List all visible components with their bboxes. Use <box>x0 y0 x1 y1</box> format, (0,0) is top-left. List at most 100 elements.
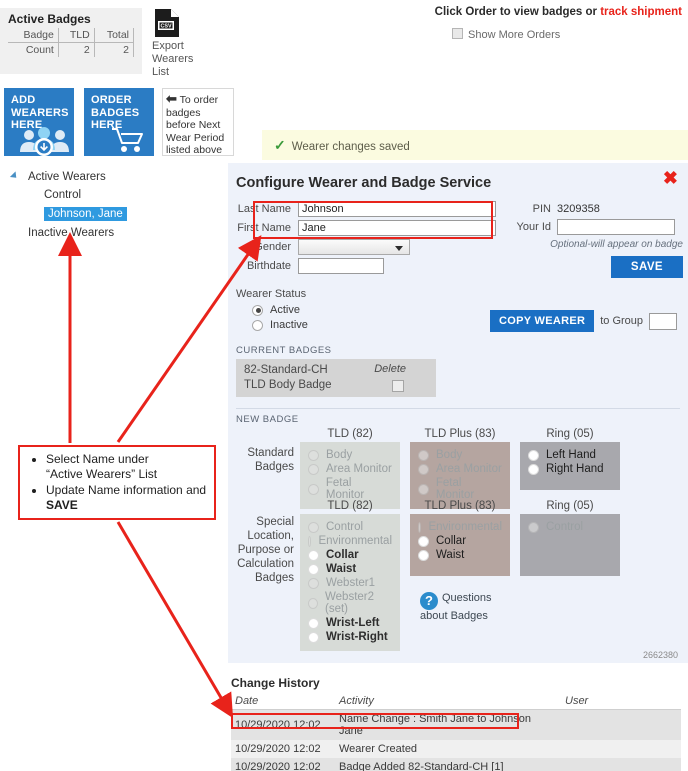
your-id-field[interactable] <box>557 219 675 235</box>
cell-user <box>561 709 681 740</box>
radio-icon[interactable] <box>308 535 312 547</box>
table-row[interactable]: 10/29/2020 12:02 Wearer Created <box>231 740 681 758</box>
option-special-tld-webster2[interactable]: Webster2 (set) <box>308 591 392 615</box>
selected-wearer-label[interactable]: Johnson, Jane <box>44 207 127 221</box>
to-group-field[interactable] <box>649 312 678 330</box>
option-label: Area Monitor <box>326 463 392 475</box>
left-arrow-icon: ⬅ <box>166 91 177 106</box>
option-standard-ring-left-hand[interactable]: Left Hand <box>528 449 612 461</box>
standard-ring-panel: Left Hand Right Hand <box>520 442 620 490</box>
radio-icon[interactable] <box>308 617 319 629</box>
radio-icon[interactable] <box>308 483 319 495</box>
gender-label: Gender <box>254 241 291 253</box>
radio-icon[interactable] <box>418 463 429 475</box>
birthdate-label: Birthdate <box>246 260 291 272</box>
export-wearers-list-button[interactable]: CSV Export Wearers List <box>150 6 206 79</box>
radio-icon[interactable] <box>418 535 429 547</box>
cell-activity: Name Change : Smith Jane to Johnson Jane <box>335 709 561 740</box>
table-row[interactable]: 10/29/2020 12:02 Name Change : Smith Jan… <box>231 709 681 740</box>
add-wearers-here-button[interactable]: ADD WEARERS HERE <box>4 88 74 156</box>
option-special-plus-collar[interactable]: Collar <box>418 535 502 547</box>
wearer-status-active[interactable]: Active <box>252 304 308 316</box>
wearer-status-inactive[interactable]: Inactive <box>252 319 308 331</box>
sidebar-item-control[interactable]: Control <box>6 186 146 204</box>
option-label: Waist <box>326 563 357 575</box>
standard-tld-group: TLD (82) Body Area Monitor Fetal Monitor <box>300 428 400 509</box>
track-shipment-link[interactable]: track shipment <box>600 6 682 18</box>
radio-icon[interactable] <box>308 449 319 461</box>
option-label: Collar <box>436 535 467 547</box>
radio-icon[interactable] <box>528 463 539 475</box>
radio-icon[interactable] <box>418 449 429 461</box>
option-label: Control <box>546 521 584 533</box>
cell-tld-count: 2 <box>58 42 95 57</box>
gender-row: Gender <box>236 238 496 256</box>
question-mark-icon[interactable]: ? <box>420 592 438 610</box>
radio-icon[interactable] <box>418 483 429 495</box>
option-special-ring-control[interactable]: Control <box>528 521 612 533</box>
first-name-field[interactable]: Jane <box>298 220 496 236</box>
questions-line-2-wrap: about Badges <box>420 610 488 623</box>
save-button[interactable]: SAVE <box>610 256 683 278</box>
questions-about-badges-link[interactable]: ? Questions about Badges <box>420 592 530 623</box>
column-header-tld-plus: TLD Plus (83) <box>424 500 496 512</box>
delete-checkbox[interactable] <box>392 380 404 392</box>
option-standard-tld-area-monitor[interactable]: Area Monitor <box>308 463 392 475</box>
option-special-tld-wrist-right[interactable]: Wrist-Right <box>308 631 392 643</box>
option-standard-plus-fetal-monitor[interactable]: Fetal Monitor <box>418 477 502 501</box>
birthdate-row: Birthdate <box>236 257 496 275</box>
option-special-tld-collar[interactable]: Collar <box>308 549 392 561</box>
pin-value: 3209358 <box>557 203 600 215</box>
radio-icon[interactable] <box>308 577 319 589</box>
sidebar-item-inactive-wearers[interactable]: Inactive Wearers <box>6 224 146 242</box>
special-badges-row-label: Special Location, Purpose or Calculation… <box>232 515 294 585</box>
radio-icon[interactable] <box>308 463 319 475</box>
option-standard-plus-area-monitor[interactable]: Area Monitor <box>418 463 502 475</box>
show-more-orders-checkbox[interactable]: Show More Orders <box>452 28 560 41</box>
special-label-5: Badges <box>254 572 294 584</box>
option-special-tld-control[interactable]: Control <box>308 521 392 533</box>
birthdate-field[interactable] <box>298 258 384 274</box>
status-banner-text: Wearer changes saved <box>291 141 410 153</box>
radio-icon[interactable] <box>418 549 429 561</box>
special-label-1: Special <box>256 516 294 528</box>
radio-icon[interactable] <box>308 521 319 533</box>
current-badges-title: CURRENT BADGES <box>236 345 332 356</box>
option-standard-plus-body[interactable]: Body <box>418 449 502 461</box>
radio-icon[interactable] <box>308 597 319 609</box>
option-special-tld-webster1[interactable]: Webster1 <box>308 577 392 589</box>
column-header-tld: TLD (82) <box>327 428 373 440</box>
sidebar-item-johnson-jane[interactable]: Johnson, Jane <box>6 204 146 224</box>
option-standard-tld-fetal-monitor[interactable]: Fetal Monitor <box>308 477 392 501</box>
gender-select[interactable] <box>298 239 410 255</box>
column-header-ring: Ring (05) <box>546 500 594 512</box>
option-special-tld-waist[interactable]: Waist <box>308 563 392 575</box>
radio-icon[interactable] <box>308 549 319 561</box>
sidebar-item-active-wearers[interactable]: Active Wearers <box>6 168 146 186</box>
column-header-ring: Ring (05) <box>546 428 594 440</box>
your-id-label: Your Id <box>516 221 551 233</box>
radio-icon[interactable] <box>528 449 539 461</box>
expand-caret-icon[interactable] <box>9 171 20 181</box>
option-standard-ring-right-hand[interactable]: Right Hand <box>528 463 612 475</box>
option-special-tld-environmental[interactable]: Environmental <box>308 535 392 547</box>
last-name-field[interactable]: Johnson <box>298 201 496 217</box>
radio-icon[interactable] <box>418 521 422 533</box>
option-special-plus-waist[interactable]: Waist <box>418 549 502 561</box>
table-row[interactable]: 10/29/2020 12:02 Badge Added 82-Standard… <box>231 758 681 771</box>
standard-label-1: Standard <box>247 447 294 459</box>
option-standard-tld-body[interactable]: Body <box>308 449 392 461</box>
close-icon[interactable]: ✖ <box>663 169 678 187</box>
radio-icon[interactable] <box>308 631 319 643</box>
option-special-plus-environmental[interactable]: Environmental <box>418 521 502 533</box>
copy-wearer-button[interactable]: COPY WEARER <box>490 310 595 332</box>
active-badges-title: Active Badges <box>8 12 91 26</box>
checkbox-icon[interactable] <box>452 28 463 39</box>
option-special-tld-wrist-left[interactable]: Wrist-Left <box>308 617 392 629</box>
radio-icon[interactable] <box>308 563 319 575</box>
radio-icon[interactable] <box>252 304 263 316</box>
radio-icon[interactable] <box>252 319 263 331</box>
chevron-down-icon[interactable] <box>395 246 403 251</box>
order-badges-here-button[interactable]: ORDER BADGES HERE <box>84 88 154 156</box>
radio-icon[interactable] <box>528 521 539 533</box>
